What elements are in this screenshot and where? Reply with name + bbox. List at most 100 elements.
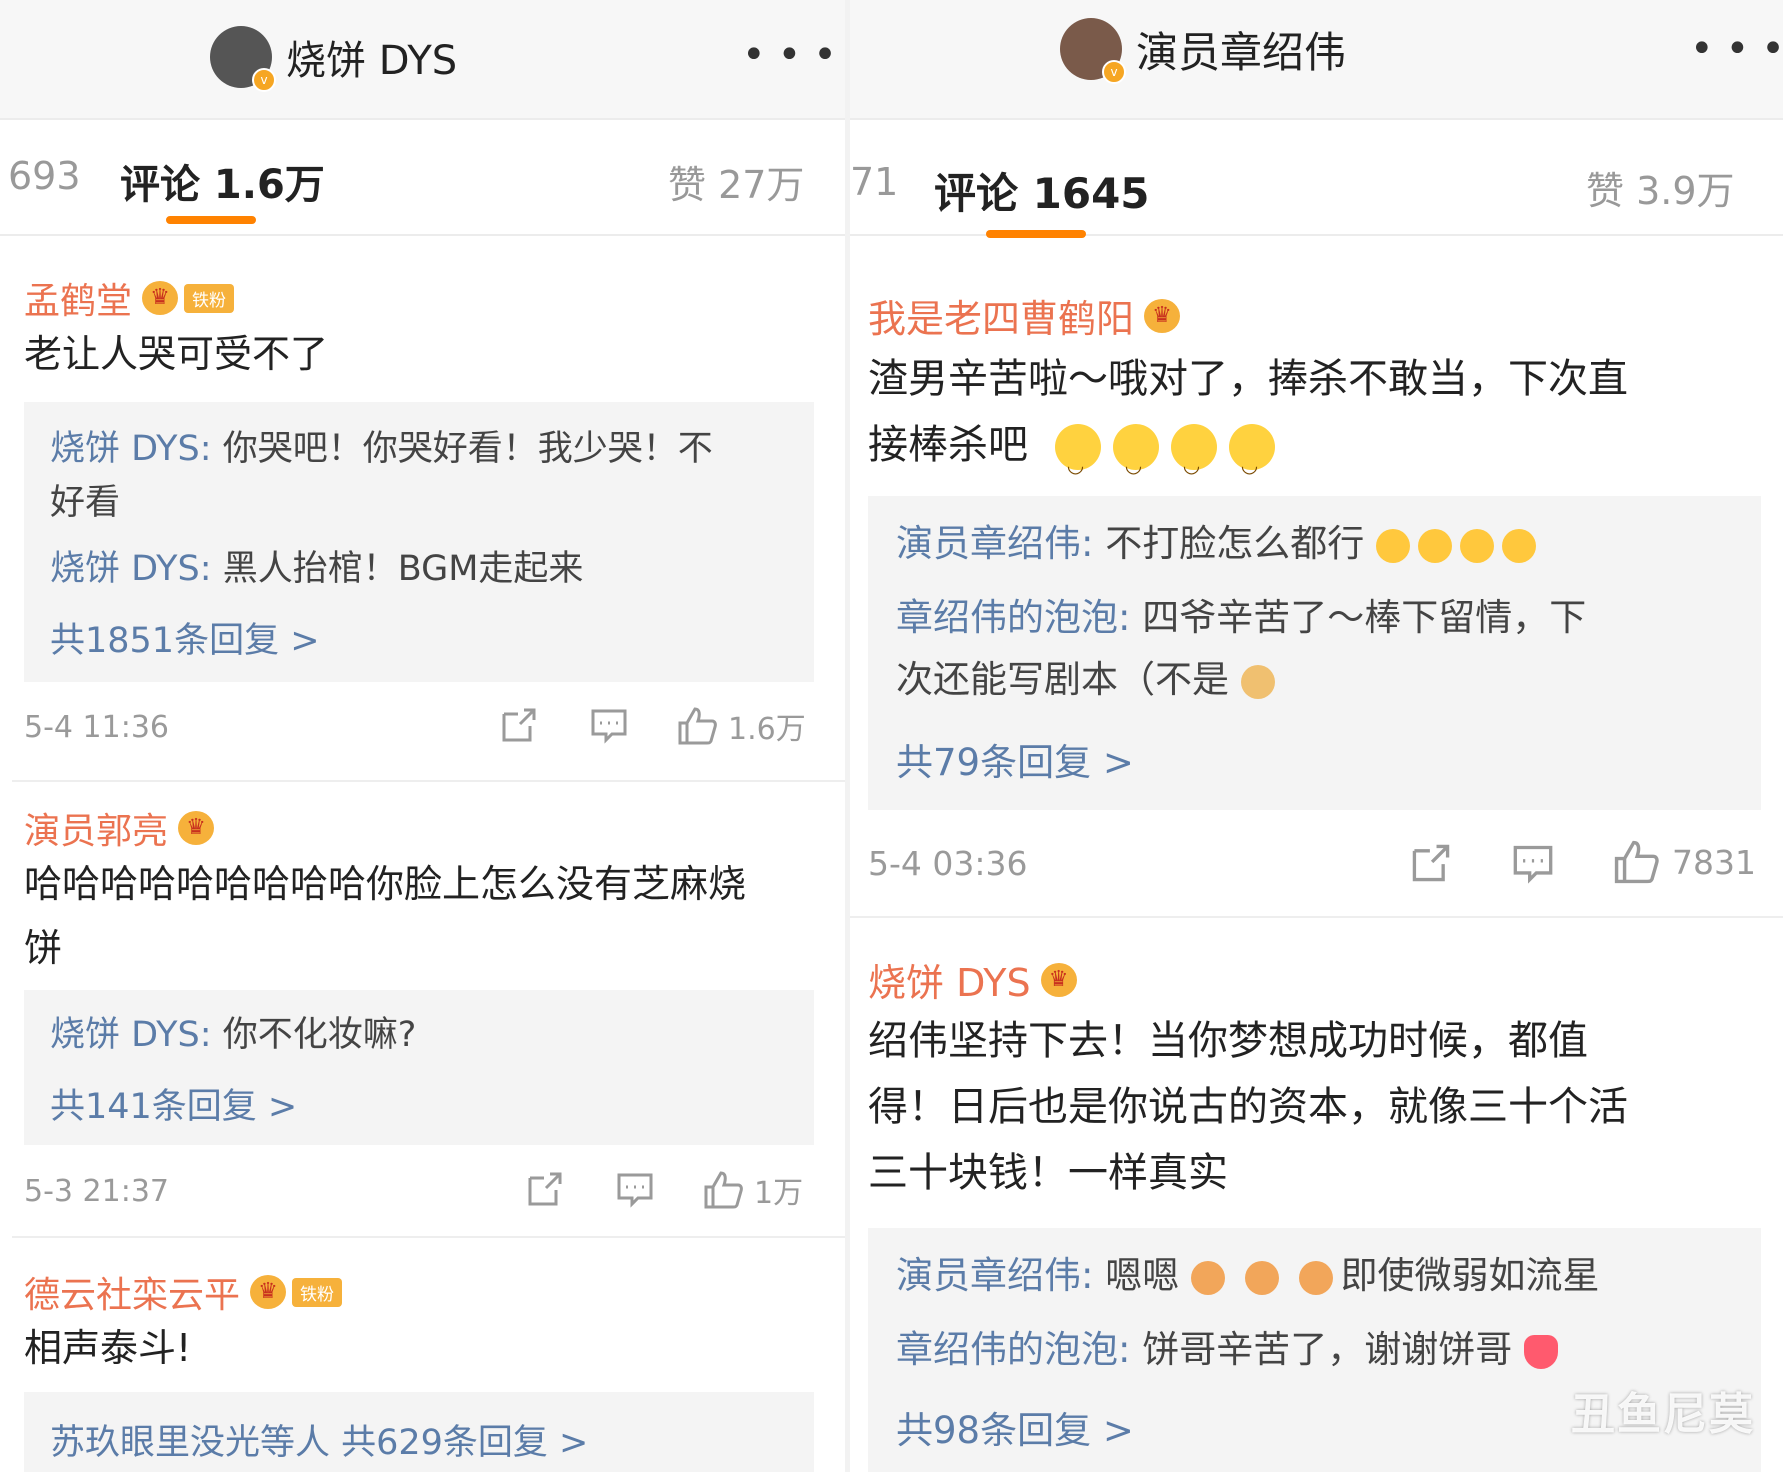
comment-text-line: 哈哈哈哈哈哈哈哈哈你脸上怎么没有芝麻烧 — [24, 862, 747, 906]
comment-author-name[interactable]: 演员郭亮 — [24, 802, 168, 854]
watermark: 丑鱼尼莫 — [1571, 1389, 1755, 1440]
crown-icon: ♛ — [142, 281, 179, 315]
shy-emoji-icon — [1502, 528, 1536, 563]
comment-author[interactable]: 烧饼 DYS ♛ — [868, 952, 1077, 1007]
reply-text: 饼哥辛苦了，谢谢饼哥 — [1130, 1328, 1513, 1371]
comment-author-name[interactable]: 德云社栾云平 — [24, 1266, 240, 1318]
view-all-replies-link[interactable]: 共1851条回复 > — [50, 612, 320, 663]
reply-author[interactable]: 烧饼 DYS: — [50, 429, 212, 469]
divider — [850, 916, 1783, 918]
comment-author[interactable]: 演员郭亮 ♛ — [24, 802, 215, 854]
comment-timestamp: 5-3 21:37 — [24, 1174, 169, 1209]
reply-text: 黑人抬棺！BGM走起来 — [211, 549, 584, 589]
view-all-replies-link[interactable]: 共141条回复 > — [50, 1078, 297, 1129]
reply-text: 次还能写剧本（不是 — [896, 658, 1229, 701]
comment-author-name[interactable]: 孟鹤堂 — [24, 272, 132, 324]
reply-icon[interactable] — [590, 706, 628, 744]
reply-line[interactable]: 演员章绍伟: 不打脸怎么都行 — [896, 514, 1544, 574]
doge-emoji-icon — [1240, 664, 1275, 699]
active-tab-indicator — [166, 216, 256, 224]
comment-author-name[interactable]: 烧饼 DYS — [868, 952, 1031, 1007]
reply-author[interactable]: 章绍伟的泡泡: — [896, 1328, 1130, 1371]
comment-author[interactable]: 孟鹤堂 ♛ 铁粉 — [24, 272, 235, 324]
verified-icon: v — [252, 68, 276, 92]
shy-emoji-icon — [1418, 528, 1452, 563]
reply-author[interactable]: 烧饼 DYS: — [50, 549, 212, 589]
author-name[interactable]: 演员章绍伟 — [1136, 19, 1346, 80]
smile-emoji-icon — [1228, 424, 1275, 498]
tab-reposts[interactable]: 693 — [8, 154, 81, 198]
reply-box[interactable]: 苏玖眼里没光等人 共629条回复 > — [24, 1392, 814, 1472]
reply-box[interactable]: 烧饼 DYS: 你哭吧！你哭好看！我少哭！不 好看 烧饼 DYS: 黑人抬棺！B… — [24, 402, 814, 682]
more-icon[interactable]: ••• — [742, 32, 845, 78]
reply-author[interactable]: 章绍伟的泡泡: — [896, 596, 1130, 639]
reply-text: 你不化妆嘛? — [211, 1015, 417, 1055]
share-icon[interactable] — [526, 1170, 564, 1208]
fist-emoji-icon — [1244, 1260, 1279, 1295]
like-button[interactable]: 1万 — [702, 1168, 803, 1212]
post-author[interactable]: v 演员章绍伟 — [1060, 18, 1346, 84]
reply-author[interactable]: 烧饼 DYS: — [50, 1015, 212, 1055]
tab-likes[interactable]: 赞 27万 — [668, 154, 804, 209]
comment-timestamp: 5-4 11:36 — [24, 710, 169, 745]
tab-bar: 71 评论 1645 赞 3.9万 — [850, 118, 1783, 238]
divider — [12, 780, 845, 782]
reply-text: 即使微弱如流星 — [1340, 1254, 1600, 1297]
view-all-replies-link[interactable]: 共79条回复 > — [896, 732, 1134, 786]
reply-line[interactable]: 烧饼 DYS: 你不化妆嘛? — [50, 1008, 416, 1062]
verified-icon: v — [1102, 60, 1126, 84]
comment-text: 老让人哭可受不了 — [24, 332, 329, 376]
reply-line[interactable]: 演员章绍伟: 嗯嗯 即使微弱如流星 — [896, 1246, 1600, 1306]
left-screenshot-panel: v 烧饼 DYS ••• 693 评论 1.6万 赞 27万 孟鹤堂 ♛ 铁粉 … — [0, 0, 845, 1472]
thumbs-up-icon — [704, 1171, 743, 1209]
active-tab-indicator — [986, 230, 1086, 238]
reply-author[interactable]: 演员章绍伟: — [896, 522, 1093, 565]
comment-author[interactable]: 我是老四曹鹤阳 ♛ — [868, 288, 1181, 343]
reply-author[interactable]: 演员章绍伟: — [896, 1254, 1093, 1297]
reply-box[interactable]: 烧饼 DYS: 你不化妆嘛? 共141条回复 > — [24, 990, 814, 1145]
comment-text: 相声泰斗! — [24, 1326, 192, 1370]
reply-line[interactable]: 烧饼 DYS: 黑人抬棺！BGM走起来 — [50, 542, 583, 596]
crown-icon: ♛ — [1144, 298, 1181, 333]
avatar[interactable]: v — [210, 26, 276, 92]
tab-comments[interactable]: 评论 1.6万 — [120, 152, 325, 210]
smile-emoji-icon — [1112, 424, 1159, 498]
right-screenshot-panel: v 演员章绍伟 ••• 71 评论 1645 赞 3.9万 我是老四曹鹤阳 ♛ … — [850, 0, 1783, 1472]
reply-box[interactable]: 演员章绍伟: 不打脸怎么都行 章绍伟的泡泡: 四爷辛苦了～棒下留情，下 次还能写… — [868, 496, 1761, 810]
share-icon[interactable] — [1410, 842, 1452, 884]
crown-icon: ♛ — [178, 811, 215, 845]
tab-reposts[interactable]: 71 — [850, 160, 898, 204]
comment-text-line: 绍伟坚持下去！当你梦想成功时候，都值 — [868, 1018, 1588, 1064]
reply-line[interactable]: 烧饼 DYS: 你哭吧！你哭好看！我少哭！不 — [50, 422, 713, 476]
fan-badge: 铁粉 — [184, 283, 235, 313]
avatar[interactable]: v — [1060, 18, 1126, 84]
more-icon[interactable]: ••• — [1690, 26, 1783, 72]
thumbs-up-icon — [678, 707, 717, 745]
comment-text-line: 接棒杀吧 — [868, 422, 1028, 468]
share-icon[interactable] — [500, 706, 538, 744]
tab-comments[interactable]: 评论 1645 — [934, 160, 1150, 221]
author-name[interactable]: 烧饼 DYS — [286, 28, 457, 86]
tab-likes[interactable]: 赞 3.9万 — [1586, 160, 1735, 215]
smile-emoji-icon — [1054, 424, 1101, 498]
reply-text: 四爷辛苦了～棒下留情，下 — [1130, 596, 1587, 639]
thumbs-up-icon — [1614, 840, 1659, 884]
reply-text: 你哭吧！你哭好看！我少哭！不 — [211, 429, 713, 469]
view-all-replies-link[interactable]: 苏玖眼里没光等人 共629条回复 > — [50, 1414, 588, 1465]
reply-icon[interactable] — [616, 1170, 654, 1208]
tab-bar: 693 评论 1.6万 赞 27万 — [0, 118, 845, 236]
post-author[interactable]: v 烧饼 DYS — [210, 26, 457, 92]
heart-emoji-icon — [1524, 1334, 1558, 1369]
like-button[interactable]: 7831 — [1612, 838, 1756, 886]
post-header: v 演员章绍伟 ••• — [850, 0, 1783, 120]
like-button[interactable]: 1.6万 — [676, 704, 806, 748]
view-all-replies-link[interactable]: 共98条回复 > — [896, 1400, 1134, 1454]
comment-author[interactable]: 德云社栾云平 ♛ 铁粉 — [24, 1266, 343, 1318]
reply-line[interactable]: 章绍伟的泡泡: 饼哥辛苦了，谢谢饼哥 — [896, 1320, 1566, 1380]
comment-text: 绍伟坚持下去！当你梦想成功时候，都值 得！日后也是你说古的资本，就像三十个活 三… — [868, 1008, 1628, 1206]
comment-text-line: 三十块钱！一样真实 — [868, 1150, 1228, 1196]
reply-icon[interactable] — [1512, 842, 1554, 884]
comment-author-name[interactable]: 我是老四曹鹤阳 — [868, 288, 1134, 343]
reply-line[interactable]: 章绍伟的泡泡: 四爷辛苦了～棒下留情，下 — [896, 588, 1586, 648]
reply-text: 嗯嗯 — [1093, 1254, 1180, 1297]
